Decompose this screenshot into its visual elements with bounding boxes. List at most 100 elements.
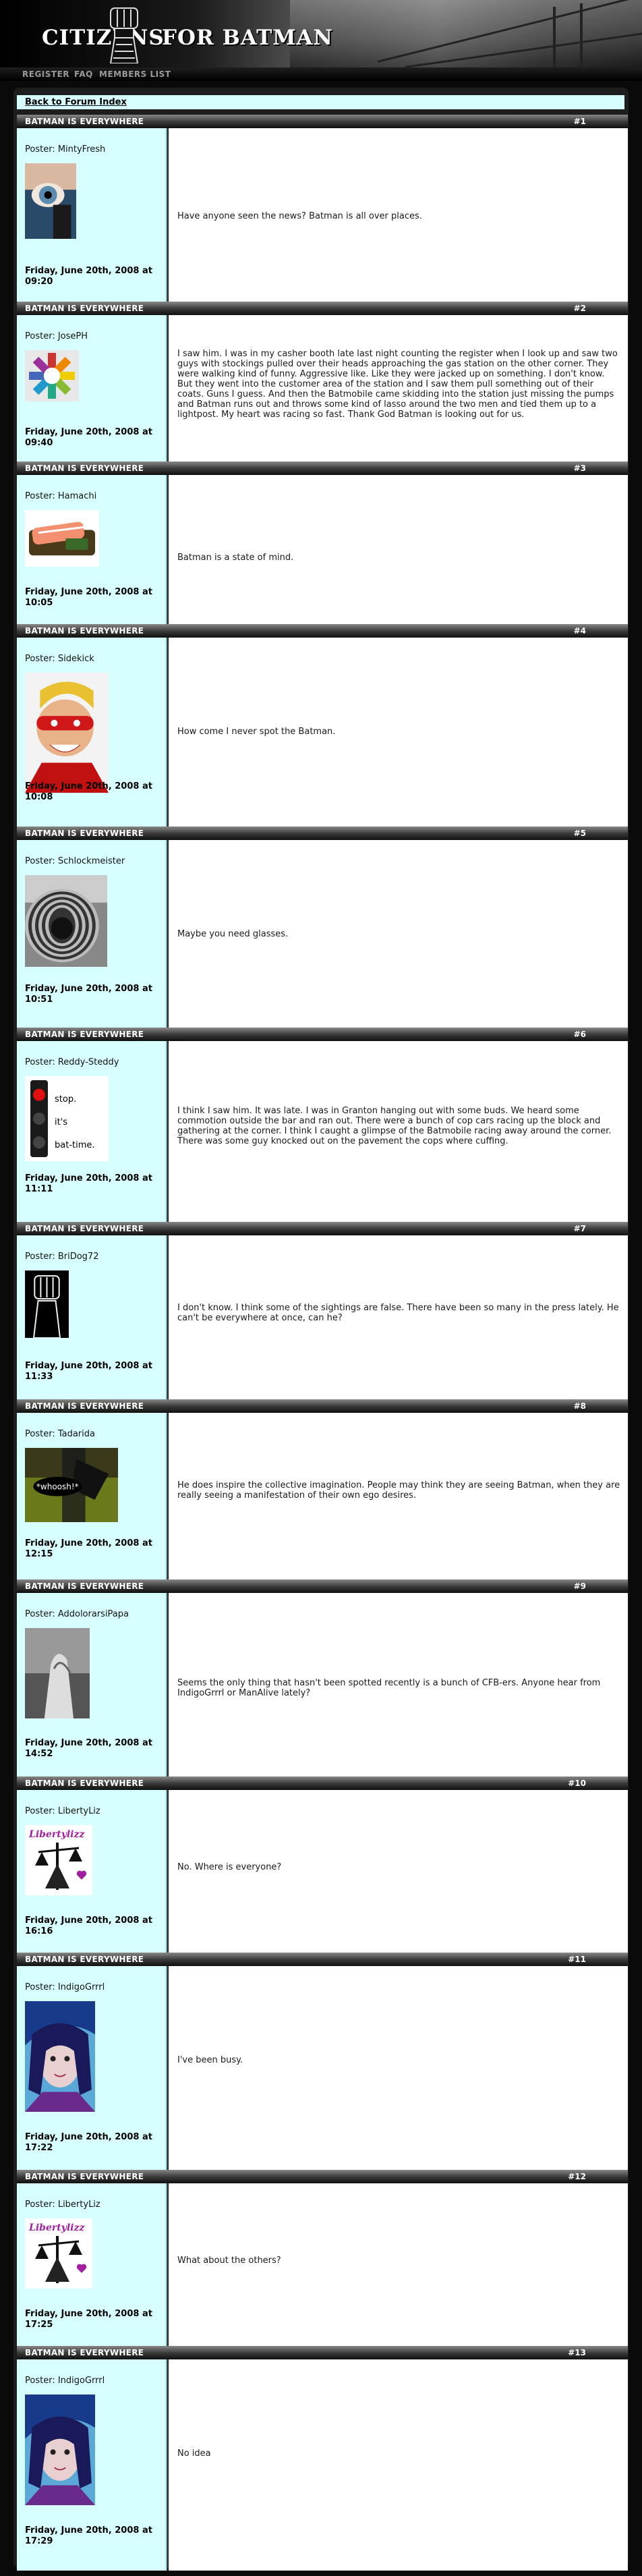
- poster-name: Poster: IndigoGrrrl: [25, 2376, 105, 2386]
- post-author-panel: Poster: Schlockmeister Friday, June 20th…: [17, 840, 167, 1034]
- post-message: What about the others?: [177, 2256, 281, 2266]
- post-author-panel: Poster: AddolorarsiPapa Friday, June 20t…: [17, 1593, 167, 1785]
- post-message: I think I saw him. It was late. I was in…: [177, 1106, 612, 1146]
- post-message: No idea: [177, 2448, 211, 2459]
- post-number[interactable]: #11: [568, 1955, 586, 1964]
- post-header: BATMAN IS EVERYWHERE #1: [17, 115, 628, 128]
- post-author-panel: Poster: Tadarida *whoosh!* Friday, June …: [17, 1413, 167, 1584]
- poster-name: Poster: Tadarida: [25, 1429, 95, 1439]
- poster-name: Poster: BriDog72: [25, 1252, 99, 1262]
- svg-text:bat-time.: bat-time.: [55, 1140, 95, 1150]
- post-body: No. Where is everyone?: [169, 1790, 628, 1961]
- post-number[interactable]: #6: [574, 1030, 586, 1039]
- post-body: What about the others?: [169, 2183, 628, 2355]
- poster-name: Poster: AddolorarsiPapa: [25, 1609, 129, 1619]
- back-bar: Back to Forum Index: [17, 95, 624, 109]
- post-header: BATMAN IS EVERYWHERE #13: [17, 2346, 628, 2359]
- logo-fist-icon[interactable]: [101, 5, 147, 63]
- forum-post: BATMAN IS EVERYWHERE #1 Poster: MintyFre…: [17, 115, 628, 306]
- traffic-light-avatar-icon: stop. it's bat-time.: [25, 1076, 109, 1164]
- post-number[interactable]: #3: [574, 464, 586, 473]
- post-date: Friday, June 20th, 2008 at 11:11: [25, 1173, 152, 1194]
- svg-text:*whoosh!*: *whoosh!*: [36, 1482, 79, 1492]
- forum-post: BATMAN IS EVERYWHERE #9 Poster: Addolora…: [17, 1579, 628, 1785]
- post-title: BATMAN IS EVERYWHERE: [25, 2172, 144, 2181]
- post-title: BATMAN IS EVERYWHERE: [25, 1224, 144, 1233]
- post-body: I think I saw him. It was late. I was in…: [169, 1041, 628, 1227]
- post-date: Friday, June 20th, 2008 at 09:40: [25, 427, 152, 448]
- post-number[interactable]: #8: [574, 1401, 586, 1411]
- post-title: BATMAN IS EVERYWHERE: [25, 2348, 144, 2357]
- post-message: Maybe you need glasses.: [177, 929, 289, 939]
- post-number[interactable]: #1: [574, 117, 586, 126]
- poster-name: Poster: Reddy-Steddy: [25, 1057, 119, 1067]
- post-title: BATMAN IS EVERYWHERE: [25, 304, 144, 313]
- forum-post: BATMAN IS EVERYWHERE #3 Poster: Hamachi …: [17, 461, 628, 629]
- post-header: BATMAN IS EVERYWHERE #10: [17, 1776, 628, 1790]
- svg-text:Libertylizz: Libertylizz: [28, 1829, 85, 1840]
- forum-post: BATMAN IS EVERYWHERE #12 Poster: Liberty…: [17, 2170, 628, 2355]
- post-number[interactable]: #12: [568, 2172, 586, 2181]
- post-header: BATMAN IS EVERYWHERE #5: [17, 827, 628, 840]
- post-header: BATMAN IS EVERYWHERE #7: [17, 1222, 628, 1235]
- post-body: Seems the only thing that hasn't been sp…: [169, 1593, 628, 1785]
- forum-post: BATMAN IS EVERYWHERE #5 Poster: Schlockm…: [17, 827, 628, 1034]
- post-author-panel: Poster: Hamachi Friday, June 20th, 2008 …: [17, 475, 167, 629]
- girl-avatar-icon: [25, 2001, 95, 2115]
- post-date: Friday, June 20th, 2008 at 16:16: [25, 1915, 152, 1936]
- post-number[interactable]: #2: [574, 304, 586, 313]
- post-date: Friday, June 20th, 2008 at 10:05: [25, 587, 152, 608]
- post-message: I saw him. I was in my casher booth late…: [177, 349, 618, 420]
- post-number[interactable]: #7: [574, 1224, 586, 1233]
- liberty-avatar-icon: Libertylizz: [25, 2218, 92, 2291]
- post-number[interactable]: #5: [574, 829, 586, 838]
- post-title: BATMAN IS EVERYWHERE: [25, 1030, 144, 1039]
- poster-name: Poster: Schlockmeister: [25, 856, 125, 866]
- post-date: Friday, June 20th, 2008 at 14:52: [25, 1738, 152, 1759]
- masked-kid-avatar-icon: [25, 673, 109, 795]
- site-banner: CITIZENS FOR BATMAN: [0, 0, 642, 67]
- svg-text:stop.: stop.: [55, 1094, 76, 1104]
- post-message: Have anyone seen the news? Batman is all…: [177, 211, 422, 221]
- forum-post: BATMAN IS EVERYWHERE #13 Poster: IndigoG…: [17, 2346, 628, 2571]
- post-body: I've been busy.: [169, 1966, 628, 2177]
- post-title: BATMAN IS EVERYWHERE: [25, 1581, 144, 1591]
- forum-post: BATMAN IS EVERYWHERE #8 Poster: Tadarida…: [17, 1399, 628, 1584]
- nav-register-link[interactable]: REGISTER: [22, 69, 69, 79]
- post-body: How come I never spot the Batman.: [169, 638, 628, 832]
- svg-text:it's: it's: [55, 1117, 67, 1127]
- post-number[interactable]: #9: [574, 1581, 586, 1591]
- post-body: Have anyone seen the news? Batman is all…: [169, 128, 628, 306]
- post-body: Batman is a state of mind.: [169, 475, 628, 629]
- post-header: BATMAN IS EVERYWHERE #3: [17, 461, 628, 475]
- bat-avatar-icon: *whoosh!*: [25, 1448, 118, 1525]
- fist-avatar-icon: [25, 1270, 69, 1341]
- svg-text:Libertylizz: Libertylizz: [28, 2222, 85, 2233]
- post-message: I've been busy.: [177, 2055, 243, 2065]
- post-title: BATMAN IS EVERYWHERE: [25, 117, 144, 126]
- forum-post: BATMAN IS EVERYWHERE #7 Poster: BriDog72…: [17, 1222, 628, 1407]
- post-author-panel: Poster: IndigoGrrrl Friday, June 20th, 2…: [17, 2359, 167, 2571]
- post-message: I don't know. I think some of the sighti…: [177, 1303, 619, 1323]
- post-message: He does inspire the collective imaginati…: [177, 1480, 620, 1501]
- nav-faq-link[interactable]: FAQ: [74, 69, 93, 79]
- post-author-panel: Poster: LibertyLiz Libertylizz Friday, J…: [17, 2183, 167, 2355]
- forum-post: BATMAN IS EVERYWHERE #2 Poster: JosePH F…: [17, 302, 628, 468]
- girl-avatar-icon: [25, 2395, 95, 2508]
- back-to-forum-link[interactable]: Back to Forum Index: [25, 97, 127, 107]
- forum-post: BATMAN IS EVERYWHERE #10 Poster: Liberty…: [17, 1776, 628, 1961]
- post-title: BATMAN IS EVERYWHERE: [25, 626, 144, 636]
- nav-members-link[interactable]: MEMBERS LIST: [99, 69, 171, 79]
- forum-post: BATMAN IS EVERYWHERE #6 Poster: Reddy-St…: [17, 1028, 628, 1227]
- post-number[interactable]: #10: [568, 1779, 586, 1788]
- post-author-panel: Poster: Reddy-Steddy stop. it's bat-time…: [17, 1041, 167, 1227]
- post-body: Maybe you need glasses.: [169, 840, 628, 1034]
- poster-name: Poster: Sidekick: [25, 654, 94, 664]
- poster-name: Poster: IndigoGrrrl: [25, 1982, 105, 1992]
- post-title: BATMAN IS EVERYWHERE: [25, 1955, 144, 1964]
- forum-post: BATMAN IS EVERYWHERE #4 Poster: Sidekick…: [17, 624, 628, 832]
- post-number[interactable]: #13: [568, 2348, 586, 2357]
- forum-post: BATMAN IS EVERYWHERE #11 Poster: IndigoG…: [17, 1953, 628, 2177]
- post-number[interactable]: #4: [574, 626, 586, 636]
- post-body: I don't know. I think some of the sighti…: [169, 1235, 628, 1407]
